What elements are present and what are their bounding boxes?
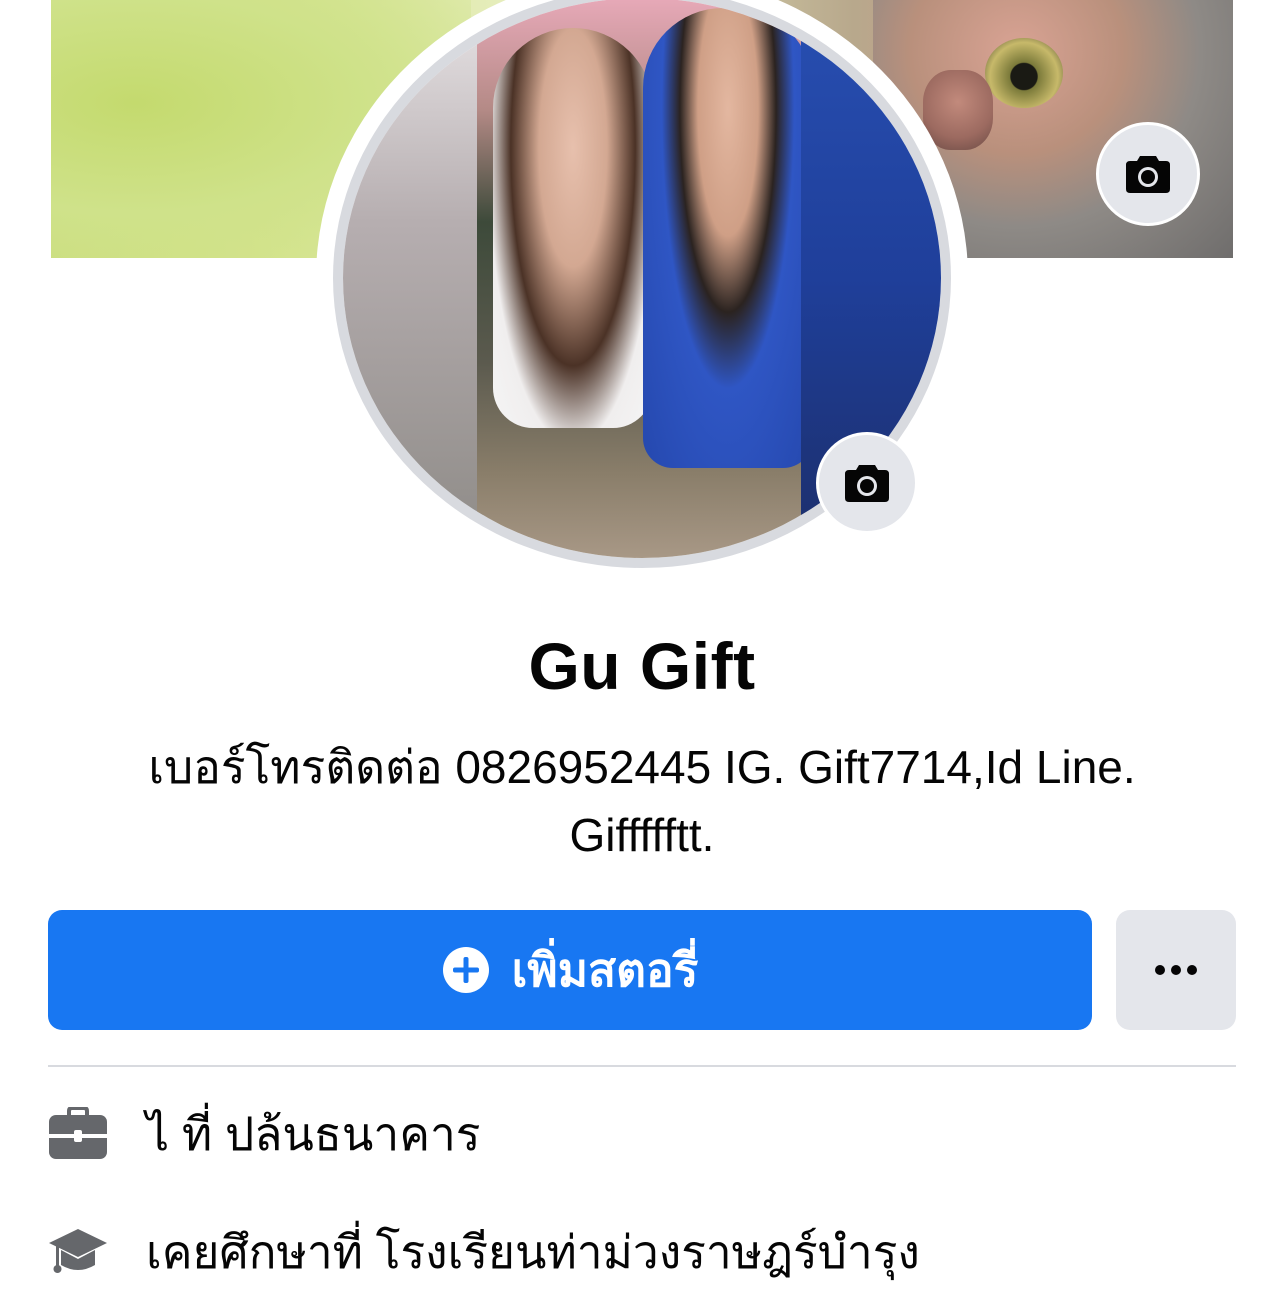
briefcase-icon [48,1104,108,1164]
avatar-person-right [643,8,813,468]
intro-work-text: ไ ที่ ปล้นธนาคาร [146,1107,481,1160]
cover-photo-cat-eye [985,38,1063,108]
camera-icon [845,465,889,502]
add-story-label: เพิ่มสตอรี่ [511,943,699,996]
profile-bio: เบอร์โทรติดต่อ 0826952445 IG. Gift7714,I… [148,741,1136,861]
avatar-blur-left [343,0,483,558]
divider [48,1065,1236,1067]
intro-education-text: เคยศึกษาที่ โรงเรียนท่าม่วงราษฎร์บำรุง [146,1225,920,1278]
intro-work: ไ ที่ ปล้นธนาคาร [48,1094,1236,1174]
more-options-button[interactable] [1116,910,1236,1030]
edit-cover-photo-button[interactable] [1096,122,1200,226]
intro-education: เคยศึกษาที่ โรงเรียนท่าม่วงราษฎร์บำรุง [48,1212,1236,1292]
ellipsis-icon [1155,965,1197,975]
edit-profile-picture-button[interactable] [816,432,918,534]
avatar-person-left [493,28,653,428]
profile-name: Gu Gift [528,629,756,703]
plus-circle-icon [442,947,489,993]
add-story-button[interactable]: เพิ่มสตอรี่ [48,910,1092,1030]
camera-icon [1126,156,1170,193]
graduation-cap-icon [48,1222,108,1282]
